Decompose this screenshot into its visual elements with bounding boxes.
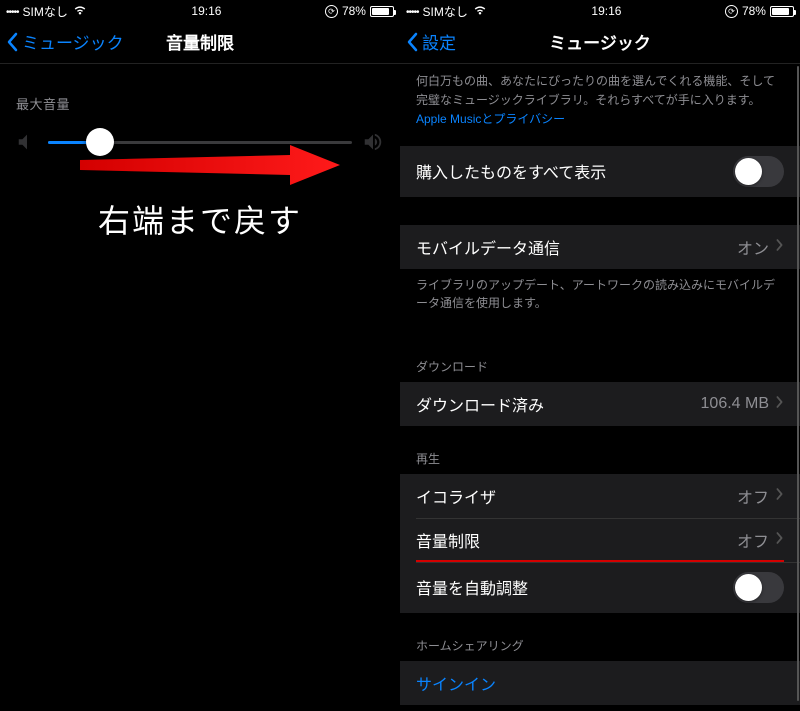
page-title: 音量制限 <box>0 29 400 54</box>
clock: 19:16 <box>191 4 221 18</box>
cell-label: 音量を自動調整 <box>416 575 733 599</box>
toggle-sound-check[interactable] <box>733 572 784 603</box>
clock: 19:16 <box>591 4 621 18</box>
signal-icon <box>406 4 419 18</box>
cell-value: オン <box>737 235 769 259</box>
group-header-playback: 再生 <box>400 426 800 474</box>
rotation-lock-icon: ⟳ <box>325 5 338 18</box>
carrier-label: SIMなし <box>23 3 68 20</box>
left-phone: SIMなし 19:16 ⟳ 78% ミュージック 音量制限 最大音量 <box>0 0 400 711</box>
chevron-right-icon <box>775 529 784 550</box>
scrollbar[interactable] <box>797 66 799 701</box>
cell-label: ダウンロード済み <box>416 392 701 416</box>
speaker-high-icon <box>362 131 384 153</box>
row-sound-check[interactable]: 音量を自動調整 <box>400 562 800 613</box>
chevron-right-icon <box>775 485 784 506</box>
cell-label: モバイルデータ通信 <box>416 235 737 259</box>
group-header-downloads: ダウンロード <box>400 334 800 382</box>
cell-label: 購入したものをすべて表示 <box>416 159 733 183</box>
group-header-home-sharing: ホームシェアリング <box>400 613 800 661</box>
description-text: 何白万もの曲、あなたにぴったりの曲を選んでくれる機能、そして完璧なミュージックラ… <box>416 74 775 107</box>
signal-icon <box>6 4 19 18</box>
battery-icon <box>770 6 794 17</box>
row-volume-limit[interactable]: 音量制限 オフ <box>400 518 800 562</box>
battery-pct: 78% <box>342 4 366 18</box>
battery-icon <box>370 6 394 17</box>
row-mobile-data[interactable]: モバイルデータ通信 オン <box>400 225 800 269</box>
home-sharing-footnote: ホームシェアリングを使用するにはApple IDが必要です。 <box>400 705 800 711</box>
status-bar: SIMなし 19:16 ⟳ 78% <box>400 0 800 20</box>
volume-slider-row <box>0 121 400 163</box>
nav-bar: 設定 ミュージック <box>400 20 800 64</box>
battery-pct: 78% <box>742 4 766 18</box>
volume-slider[interactable] <box>48 141 352 144</box>
apple-music-description: 何白万もの曲、あなたにぴったりの曲を選んでくれる機能、そして完璧なミュージックラ… <box>400 64 800 146</box>
cell-label: イコライザ <box>416 484 737 508</box>
toggle-show-all-purchased[interactable] <box>733 156 784 187</box>
cell-label: 音量制限 <box>416 528 737 552</box>
slider-thumb[interactable] <box>86 128 114 156</box>
chevron-right-icon <box>775 393 784 414</box>
cell-value: オフ <box>737 484 769 508</box>
cell-label: サインイン <box>416 671 784 695</box>
nav-bar: ミュージック 音量制限 <box>0 20 400 64</box>
row-equalizer[interactable]: イコライザ オフ <box>400 474 800 518</box>
carrier-label: SIMなし <box>423 3 468 20</box>
rotation-lock-icon: ⟳ <box>725 5 738 18</box>
speaker-low-icon <box>16 131 38 153</box>
row-sign-in[interactable]: サインイン <box>400 661 800 705</box>
cell-value: 106.4 MB <box>701 395 769 413</box>
annotation-text: 右端まで戻す <box>0 196 400 242</box>
wifi-icon <box>72 4 88 19</box>
status-bar: SIMなし 19:16 ⟳ 78% <box>0 0 400 20</box>
page-title: ミュージック <box>400 29 800 54</box>
right-phone: SIMなし 19:16 ⟳ 78% 設定 ミュージック 何白万もの曲、あなたにぴ… <box>400 0 800 711</box>
section-header-max-volume: 最大音量 <box>0 64 400 121</box>
cell-value: オフ <box>737 528 769 552</box>
chevron-right-icon <box>775 236 784 257</box>
row-show-all-purchased[interactable]: 購入したものをすべて表示 <box>400 146 800 197</box>
wifi-icon <box>472 4 488 19</box>
row-downloaded[interactable]: ダウンロード済み 106.4 MB <box>400 382 800 426</box>
privacy-link[interactable]: Apple Musicとプライバシー <box>416 112 565 126</box>
mobile-data-footnote: ライブラリのアップデート、アートワークの読み込みにモバイルデータ通信を使用します… <box>400 269 800 334</box>
